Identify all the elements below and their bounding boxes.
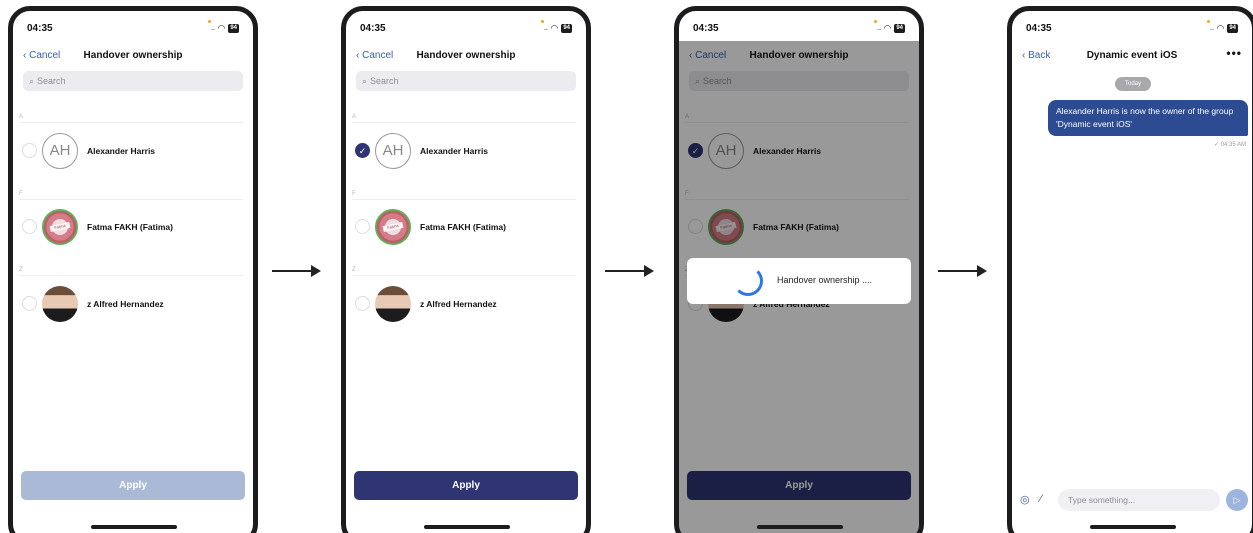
contact-name: Alexander Harris [87,146,156,156]
battery-icon: 94 [894,24,905,33]
wifi-icon: ◠ [1216,23,1225,33]
status-bar: 04:35 .... ◠ 94 [360,20,572,37]
check-icon: ✓ [358,146,367,156]
flow-arrow [938,265,987,277]
search-input[interactable]: ⌕ Search [23,71,243,91]
date-chip: Today [1115,77,1151,91]
avatar [375,286,411,322]
attachment-icon[interactable]: ∕ [1040,493,1042,505]
privacy-dot-icon [541,20,544,23]
signal-icon: .... [543,25,549,32]
avatar: AH [375,133,411,169]
phone-screen-handover-progress: 04:35 .... ◠ 94 ‹ Cancel Handover owners… [674,6,924,533]
avatar: AH [42,133,78,169]
message-bubble: Alexander Harris is now the owner of the… [1048,100,1248,136]
message-input[interactable]: Type something... [1058,489,1220,511]
contact-name: Fatma FAKH (Fatima) [420,222,506,232]
privacy-dot-icon [208,20,211,23]
contact-name: z Alfred Hernandez [420,299,497,309]
radio-button[interactable] [355,219,370,234]
avatar [42,286,78,322]
avatar: Fatma [375,209,411,245]
page-title: Handover ownership [83,50,183,61]
section-header-a: A [352,114,576,123]
contact-row-alexander-harris[interactable]: AH Alexander Harris [19,131,247,171]
message-composer: ◎ ∕ Type something... ▷ [1020,489,1248,513]
radio-button[interactable] [22,296,37,311]
flow-arrow [605,265,654,277]
more-options-icon[interactable]: ••• [1226,46,1242,60]
nav-bar: ‹ Cancel Handover ownership [23,49,243,65]
status-time: 04:35 [360,23,386,34]
status-time: 04:35 [1026,23,1052,34]
section-header-z: Z [19,267,243,276]
section-header-a: A [19,114,243,123]
status-time: 04:35 [27,23,53,34]
nav-bar: ‹ Cancel Handover ownership [356,49,576,65]
flow-arrow [272,265,321,277]
apply-button[interactable]: Apply [354,471,578,500]
status-bar: 04:35 .... ◠ 94 [1026,20,1238,37]
status-time: 04:35 [693,23,719,34]
radio-button-checked[interactable]: ✓ [355,143,370,158]
contact-row-fatma-fakh[interactable]: Fatma Fatma FAKH (Fatima) [352,207,580,247]
section-header-f: F [352,191,576,200]
status-bar: 04:35 .... ◠ 94 [693,20,905,37]
radio-button[interactable] [22,219,37,234]
section-header-f: F [19,191,243,200]
location-icon[interactable]: ◎ [1020,493,1030,506]
signal-icon: .... [876,25,882,32]
status-bar: 04:35 .... ◠ 94 [27,20,239,37]
progress-dialog: Handover ownership .... [687,258,911,304]
signal-icon: .... [210,25,216,32]
privacy-dot-icon [1207,20,1210,23]
progress-text: Handover ownership .... [777,275,873,285]
contact-row-alfred-hernandez[interactable]: z Alfred Hernandez [19,284,247,324]
privacy-dot-icon [874,20,877,23]
send-icon[interactable]: ▷ [1226,489,1248,511]
contact-name: z Alfred Hernandez [87,299,164,309]
contact-name: Alexander Harris [420,146,489,156]
phone-screen-owner-selected: 04:35 .... ◠ 94 ‹ Cancel Handover owners… [341,6,591,533]
radio-button[interactable] [355,296,370,311]
contact-row-fatma-fakh[interactable]: Fatma Fatma FAKH (Fatima) [19,207,247,247]
apply-button[interactable]: Apply [21,471,245,500]
section-header-z: Z [352,267,576,276]
phone-screen-chat: 04:35 .... ◠ 94 ‹ Back Dynamic event iOS… [1007,6,1253,533]
message-timestamp: ✓ 04:35 AM [1213,142,1246,148]
wifi-icon: ◠ [550,23,559,33]
home-indicator [757,525,843,529]
chat-title: Dynamic event iOS [1086,50,1178,61]
search-icon: ⌕ [362,75,368,86]
nav-bar: ‹ Back Dynamic event iOS ••• [1022,46,1242,65]
contact-row-alexander-harris[interactable]: ✓ AH Alexander Harris [352,131,580,171]
battery-icon: 94 [561,24,572,33]
phone-screen-select-owner: 04:35 .... ◠ 94 ‹ Cancel Handover owners… [8,6,258,533]
search-input[interactable]: ⌕ Search [356,71,576,91]
battery-icon: 94 [1227,24,1238,33]
radio-button[interactable] [22,143,37,158]
search-icon: ⌕ [29,75,35,86]
contact-name: Fatma FAKH (Fatima) [87,222,173,232]
wifi-icon: ◠ [217,23,226,33]
page-title: Handover ownership [416,50,516,61]
battery-icon: 94 [228,24,239,33]
contact-row-alfred-hernandez[interactable]: z Alfred Hernandez [352,284,580,324]
wifi-icon: ◠ [883,23,892,33]
home-indicator [1090,525,1176,529]
home-indicator [91,525,177,529]
avatar: Fatma [42,209,78,245]
home-indicator [424,525,510,529]
loading-spinner-icon [733,266,763,296]
signal-icon: .... [1209,25,1215,32]
